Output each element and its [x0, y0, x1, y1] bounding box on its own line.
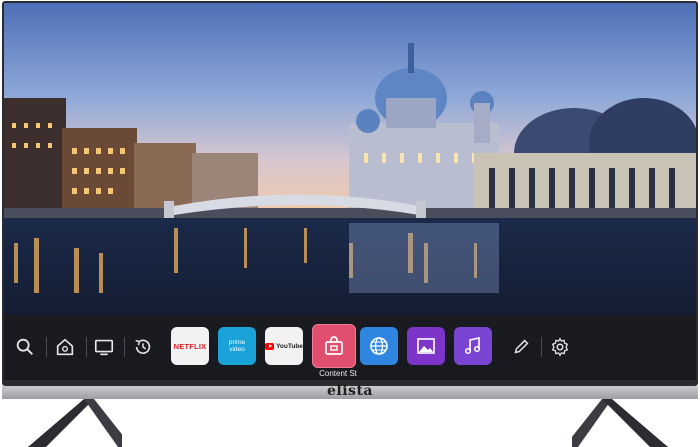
home-icon — [56, 338, 74, 356]
app-tile-youtube[interactable]: YouTube — [265, 327, 303, 365]
prime-label-line2: video — [229, 346, 245, 353]
recent-button[interactable] — [128, 332, 158, 362]
netflix-label: NETFLIX — [173, 341, 207, 351]
edit-button[interactable] — [506, 332, 536, 362]
prime-label-line1: prime — [228, 339, 246, 346]
tv-screen: NETFLIX prime video YouTube Content St — [4, 3, 696, 380]
launcher-bar: NETFLIX prime video YouTube Content St — [4, 315, 696, 380]
app-tile-netflix[interactable]: NETFLIX — [171, 327, 209, 365]
live-tv-button[interactable] — [89, 332, 119, 362]
tv-icon — [94, 339, 114, 356]
edit-icon — [514, 339, 529, 354]
app-tile-music[interactable] — [454, 327, 492, 365]
youtube-logo: YouTube — [265, 342, 303, 350]
brand-logo: elista — [327, 383, 373, 399]
focused-app-caption: Content St — [319, 369, 357, 378]
settings-icon — [551, 337, 569, 357]
app-tile-web-browser[interactable] — [360, 327, 398, 365]
globe-icon — [370, 337, 388, 355]
music-note-icon — [464, 337, 481, 355]
tv-stand-left — [28, 399, 122, 447]
divider — [124, 337, 125, 357]
divider — [46, 337, 47, 357]
app-tile-gallery[interactable] — [407, 327, 445, 365]
tv-stand-right — [572, 399, 668, 447]
app-tile-content-store[interactable] — [312, 324, 356, 368]
youtube-play-icon — [265, 342, 275, 350]
image-icon — [417, 338, 435, 354]
divider — [86, 337, 87, 357]
divider — [541, 337, 542, 357]
youtube-label: YouTube — [276, 342, 303, 350]
search-icon — [16, 338, 33, 355]
app-tile-prime-video[interactable]: prime video — [218, 327, 256, 365]
television: NETFLIX prime video YouTube Content St e… — [0, 0, 700, 447]
shopping-bag-icon — [325, 336, 343, 355]
recent-history-icon — [135, 339, 151, 355]
home-button[interactable] — [50, 332, 80, 362]
settings-button[interactable] — [545, 332, 575, 362]
search-button[interactable] — [10, 332, 40, 362]
